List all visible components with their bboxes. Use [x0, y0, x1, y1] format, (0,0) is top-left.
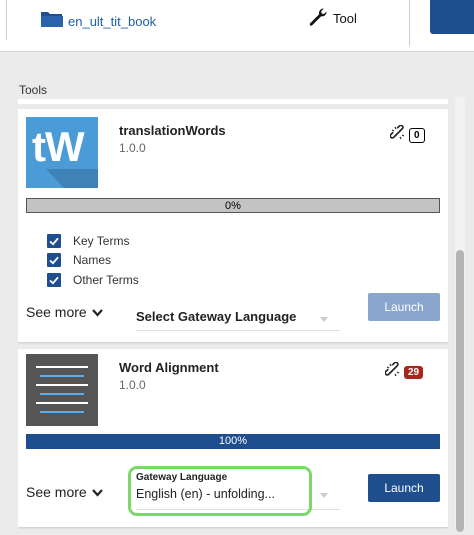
check-row[interactable]: Key Terms	[47, 231, 139, 251]
section-title: Tools	[19, 83, 48, 97]
broken-link-icon	[384, 361, 401, 383]
tool-breadcrumb[interactable]: Tool	[308, 7, 357, 30]
checkbox-label: Other Terms	[73, 272, 139, 287]
invalidated-status: 0	[389, 124, 425, 146]
divider	[6, 0, 7, 40]
gateway-language-placeholder: Select Gateway Language	[136, 309, 297, 324]
tool-version: 1.0.0	[119, 378, 146, 392]
checkbox[interactable]	[47, 253, 61, 268]
broken-link-icon	[389, 124, 406, 146]
checkbox[interactable]	[47, 272, 61, 287]
check-row[interactable]: Names	[47, 251, 139, 271]
tool-title: translationWords	[119, 123, 226, 138]
tool-version: 1.0.0	[119, 141, 146, 155]
tool-title: Word Alignment	[119, 360, 219, 375]
wrench-icon	[308, 7, 328, 30]
gateway-language-select[interactable]: Select Gateway Language	[136, 307, 340, 331]
invalidated-status: 29	[384, 361, 424, 383]
tool-list: tW translationWords 1.0.0 0 0% Key Terms…	[18, 99, 448, 529]
see-more-toggle[interactable]: See more	[26, 304, 103, 320]
caret-down-icon	[320, 317, 328, 322]
tool-label: Tool	[333, 11, 357, 26]
project-breadcrumb[interactable]: en_ult_tit_book	[40, 10, 156, 33]
checkbox-label: Names	[73, 253, 112, 268]
checkbox-label: Key Terms	[73, 233, 130, 248]
top-bar: en_ult_tit_book Tool	[0, 0, 474, 52]
tool-progress-bar: 0%	[26, 198, 440, 213]
header-action-button[interactable]	[430, 0, 474, 34]
chevron-down-icon	[91, 304, 103, 320]
invalidated-count-badge: 29	[404, 366, 424, 379]
checkbox[interactable]	[47, 233, 61, 248]
project-name[interactable]: en_ult_tit_book	[68, 14, 156, 29]
scrollbar-thumb[interactable]	[456, 250, 464, 532]
highlight-outline	[128, 466, 312, 516]
divider	[409, 0, 410, 46]
see-more-label[interactable]: See more	[26, 484, 87, 500]
launch-button[interactable]: Launch	[368, 293, 440, 321]
folder-icon	[40, 10, 64, 33]
invalidated-count-badge: 0	[409, 128, 425, 143]
see-more-toggle[interactable]: See more	[26, 484, 103, 500]
launch-button[interactable]: Launch	[368, 474, 440, 502]
tool-card-translation-words: tW translationWords 1.0.0 0 0% Key Terms…	[18, 109, 448, 342]
caret-down-icon	[320, 493, 328, 498]
check-categories: Key Terms Names Other Terms	[47, 231, 139, 290]
word-alignment-logo	[26, 354, 98, 426]
see-more-label[interactable]: See more	[26, 304, 87, 320]
check-row[interactable]: Other Terms	[47, 270, 139, 290]
card-edge	[18, 99, 448, 104]
translation-words-logo: tW	[26, 117, 98, 188]
tool-progress-bar: 100%	[26, 434, 440, 449]
chevron-down-icon	[91, 484, 103, 500]
